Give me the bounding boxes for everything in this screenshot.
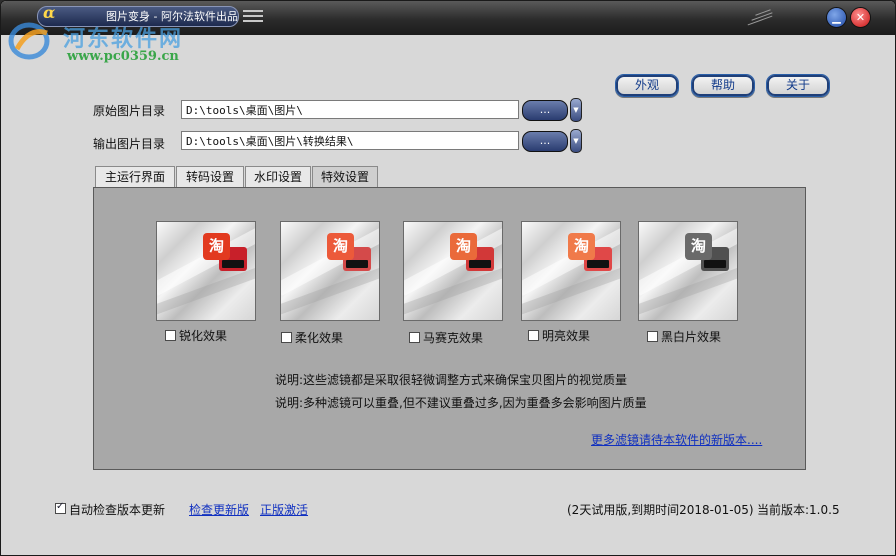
minimize-button[interactable]: ▁ [827,8,846,27]
menu-icon[interactable] [243,10,263,23]
soften-preview[interactable]: 淘 [280,221,380,321]
brighten-label: 明亮效果 [542,329,591,343]
version-label: 当前版本:1.0.5 [757,503,840,517]
output-browse-button[interactable]: ... [522,131,568,152]
output-dir-field[interactable]: D:\tools\桌面\图片\转换结果\ [181,131,519,150]
skin-button[interactable]: 外观 [615,74,679,97]
taobao-icon: 淘 [685,233,712,260]
soften-label: 柔化效果 [295,331,344,345]
auto-update-label: 自动检查版本更新 [69,503,166,517]
source-dir-field[interactable]: D:\tools\桌面\图片\ [181,100,519,119]
soften-checkbox[interactable] [281,332,292,343]
sharpen-preview[interactable]: 淘 [156,221,256,321]
tab-main[interactable]: 主运行界面 [95,166,175,188]
sharpen-checkbox[interactable] [165,330,176,341]
blackwhite-label: 黑白片效果 [661,330,722,344]
source-browse-button[interactable]: ... [522,100,568,121]
note-line-1: 说明:这些滤镜都是采取很轻微调整方式来确保宝贝图片的视觉质量 [275,373,628,387]
taobao-icon: 淘 [568,233,595,260]
decorative-stripes-icon [745,9,775,26]
taobao-icon: 淘 [203,233,230,260]
output-dir-label: 输出图片目录 [93,137,166,151]
taobao-icon: 淘 [327,233,354,260]
output-dropdown-icon[interactable]: ▼ [570,129,582,153]
tab-watermark[interactable]: 水印设置 [245,166,311,188]
mosaic-label: 马赛克效果 [423,331,484,345]
taobao-icon: 淘 [450,233,477,260]
auto-update-checkbox[interactable] [55,501,66,514]
brighten-checkbox[interactable] [528,330,539,341]
tab-transcode[interactable]: 转码设置 [176,166,244,188]
check-update-link[interactable]: 检查更新版 [189,501,249,518]
help-button[interactable]: 帮助 [691,74,755,97]
source-dropdown-icon[interactable]: ▼ [570,98,582,122]
mosaic-preview[interactable]: 淘 [403,221,503,321]
about-button[interactable]: 关于 [766,74,830,97]
note-line-2: 说明:多种滤镜可以重叠,但不建议重叠过多,因为重叠多会影响图片质量 [275,396,647,410]
sharpen-label: 锐化效果 [179,329,228,343]
blackwhite-checkbox[interactable] [647,331,658,342]
source-dir-label: 原始图片目录 [93,104,166,118]
watermark-logo-icon [8,22,50,60]
activate-link[interactable]: 正版激活 [260,501,308,518]
blackwhite-preview[interactable]: 淘 [638,221,738,321]
brighten-preview[interactable]: 淘 [521,221,621,321]
mosaic-checkbox[interactable] [409,332,420,343]
trial-info: (2天试用版,到期时间2018-01-05) [567,503,754,517]
tab-effects[interactable]: 特效设置 [312,166,378,189]
close-button[interactable]: ✕ [851,8,870,27]
app-window: 图片变身 - 阿尔法软件出品 α ▁ ✕ 河东软件网 www.pc0359.cn… [0,0,896,556]
more-filters-link[interactable]: 更多滤镜请待本软件的新版本.... [591,431,762,448]
watermark-url: www.pc0359.cn [67,49,179,64]
